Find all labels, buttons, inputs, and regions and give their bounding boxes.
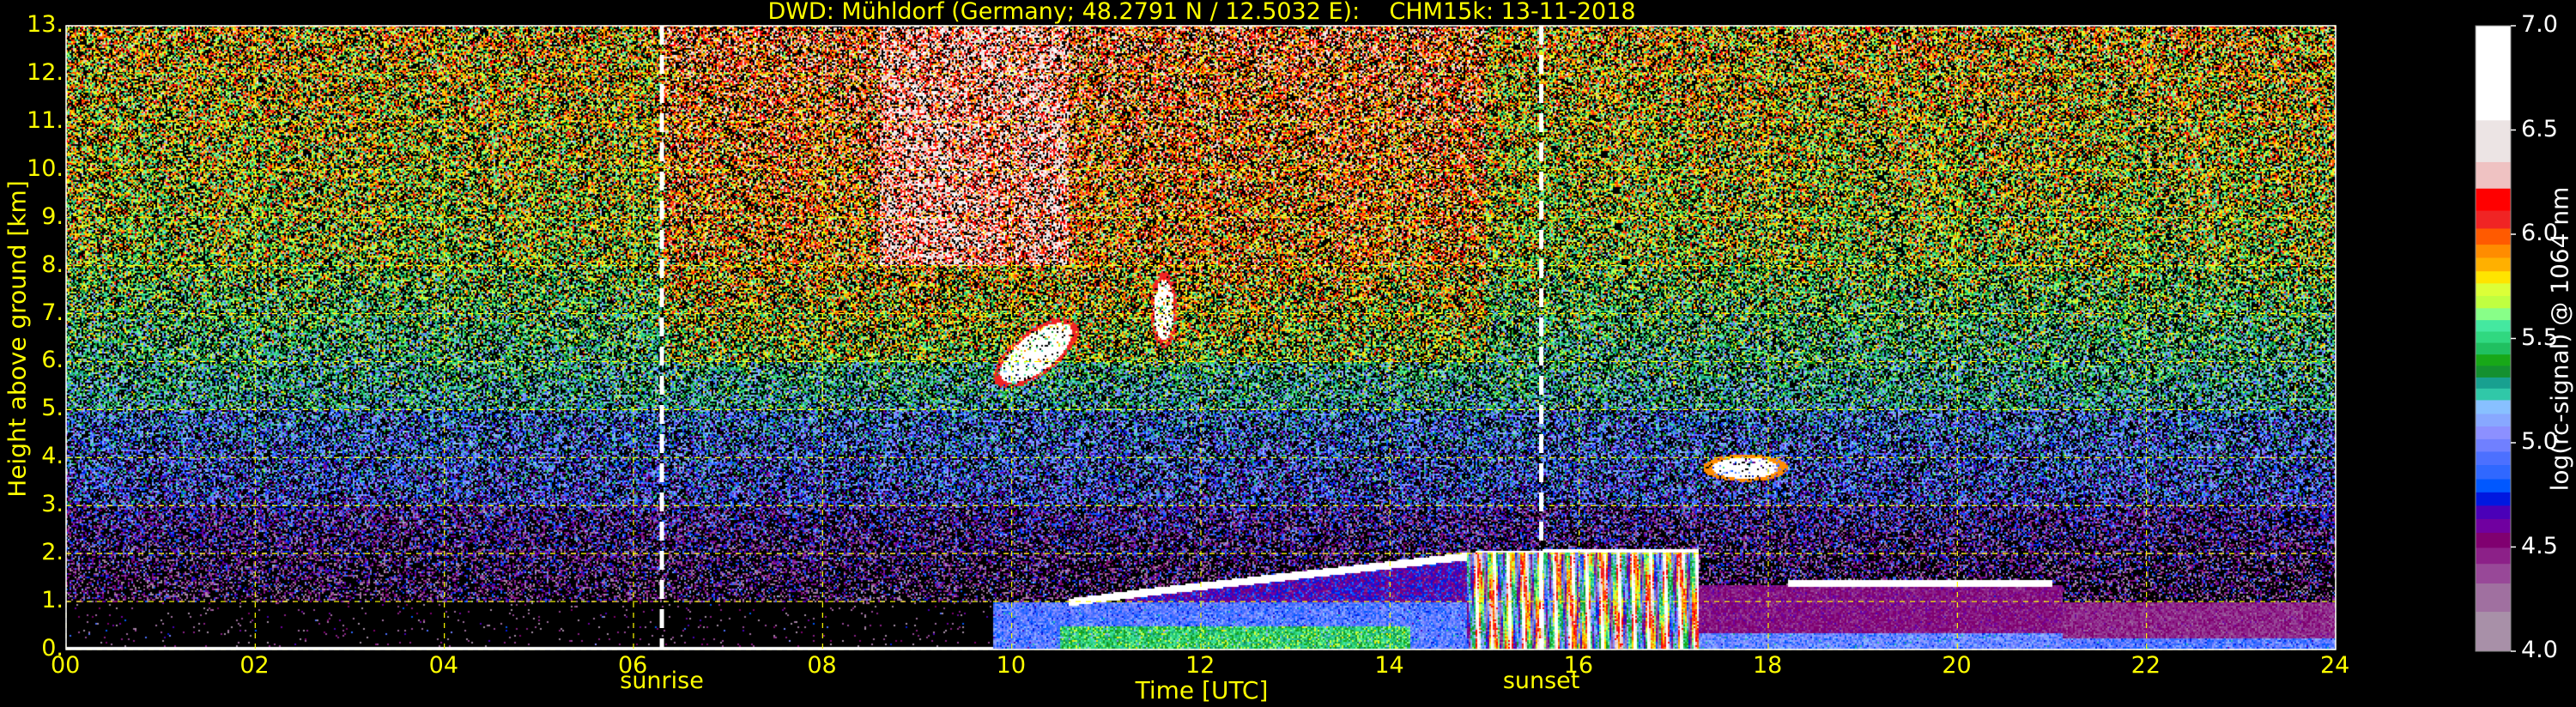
x-tick-label: 02	[239, 652, 270, 679]
colorbar-segment	[2476, 518, 2511, 534]
colorbar-segment	[2476, 479, 2511, 493]
x-tick-label: 10	[996, 652, 1027, 679]
colorbar-segment	[2476, 320, 2511, 332]
y-tick-label: 10.	[27, 154, 64, 182]
colorbar-segment	[2476, 426, 2511, 440]
colorbar-segment	[2476, 354, 2511, 366]
colorbar-segment	[2476, 414, 2511, 427]
y-tick-label: 8.	[41, 251, 64, 278]
y-tick-label: 9.	[41, 202, 64, 230]
y-tick-label: 11.	[27, 106, 64, 134]
x-tick-label: 12	[1185, 652, 1215, 679]
x-tick-label: 24	[2320, 652, 2350, 679]
colorbar-segment	[2476, 188, 2511, 212]
x-tick-label: 22	[2131, 652, 2161, 679]
colorbar-tick-label: 4.5	[2521, 532, 2558, 559]
y-tick-label: 2.	[41, 539, 64, 566]
x-axis-title: Time [UTC]	[1135, 676, 1269, 704]
y-tick-label: 5.	[41, 395, 64, 422]
y-tick-label: 0.	[41, 635, 64, 662]
colorbar-segment	[2476, 271, 2511, 284]
colorbar-segment	[2476, 377, 2511, 390]
colorbar-segment	[2476, 331, 2511, 344]
colorbar-segment	[2476, 532, 2511, 548]
colorbar-segment	[2476, 388, 2511, 401]
y-tick-label: 7.	[41, 299, 64, 326]
colorbar-tick-label: 5.5	[2521, 323, 2558, 351]
colorbar-tick-label: 7.0	[2521, 11, 2558, 38]
y-axis-title: Height above ground [km]	[3, 180, 32, 498]
colorbar-segment	[2476, 26, 2511, 121]
y-tick-label: 6.	[41, 347, 64, 374]
y-tick-label: 1.	[41, 587, 64, 614]
colorbar-segment	[2476, 366, 2511, 378]
colorbar-segment	[2476, 120, 2511, 163]
colorbar-tick-label: 4.0	[2521, 637, 2558, 663]
sunset-label: sunset	[1502, 668, 1580, 694]
colorbar-segment	[2476, 612, 2511, 652]
colorbar-segment	[2476, 228, 2511, 245]
y-tick-label: 12.	[27, 58, 64, 86]
colorbar-segment	[2476, 161, 2511, 190]
colorbar-segment	[2476, 295, 2511, 309]
colorbar-segment	[2476, 438, 2511, 452]
colorbar-segment	[2476, 564, 2511, 584]
colorbar-segment	[2476, 400, 2511, 414]
colorbar-segment	[2476, 245, 2511, 258]
colorbar-segment	[2476, 283, 2511, 297]
y-tick-label: 3.	[41, 491, 64, 518]
colorbar-segment	[2476, 547, 2511, 565]
ceilometer-figure: DWD: Mühldorf (Germany; 48.2791 N / 12.5…	[0, 0, 2576, 707]
colorbar-segment	[2476, 451, 2511, 466]
colorbar-segment	[2476, 308, 2511, 321]
x-tick-label: 08	[807, 652, 837, 679]
y-tick-label: 13.	[27, 11, 64, 38]
colorbar-segment	[2476, 342, 2511, 355]
x-tick-label: 18	[1753, 652, 1783, 679]
x-tick-label: 14	[1374, 652, 1404, 679]
sunrise-label: sunrise	[620, 668, 704, 694]
plot-overlay	[65, 25, 2516, 652]
colorbar-tick-label: 5.0	[2521, 428, 2558, 455]
x-tick-label: 04	[428, 652, 459, 679]
colorbar-segment	[2476, 492, 2511, 506]
colorbar-tick-label: 6.0	[2521, 220, 2558, 246]
y-tick-label: 4.	[41, 443, 64, 470]
colorbar-segment	[2476, 257, 2511, 272]
colorbar-segment	[2476, 465, 2511, 480]
colorbar-segment	[2476, 210, 2511, 229]
x-tick-label: 20	[1942, 652, 1972, 679]
colorbar-segment	[2476, 505, 2511, 520]
colorbar-tick-label: 6.5	[2521, 115, 2558, 142]
colorbar-segment	[2476, 583, 2511, 613]
